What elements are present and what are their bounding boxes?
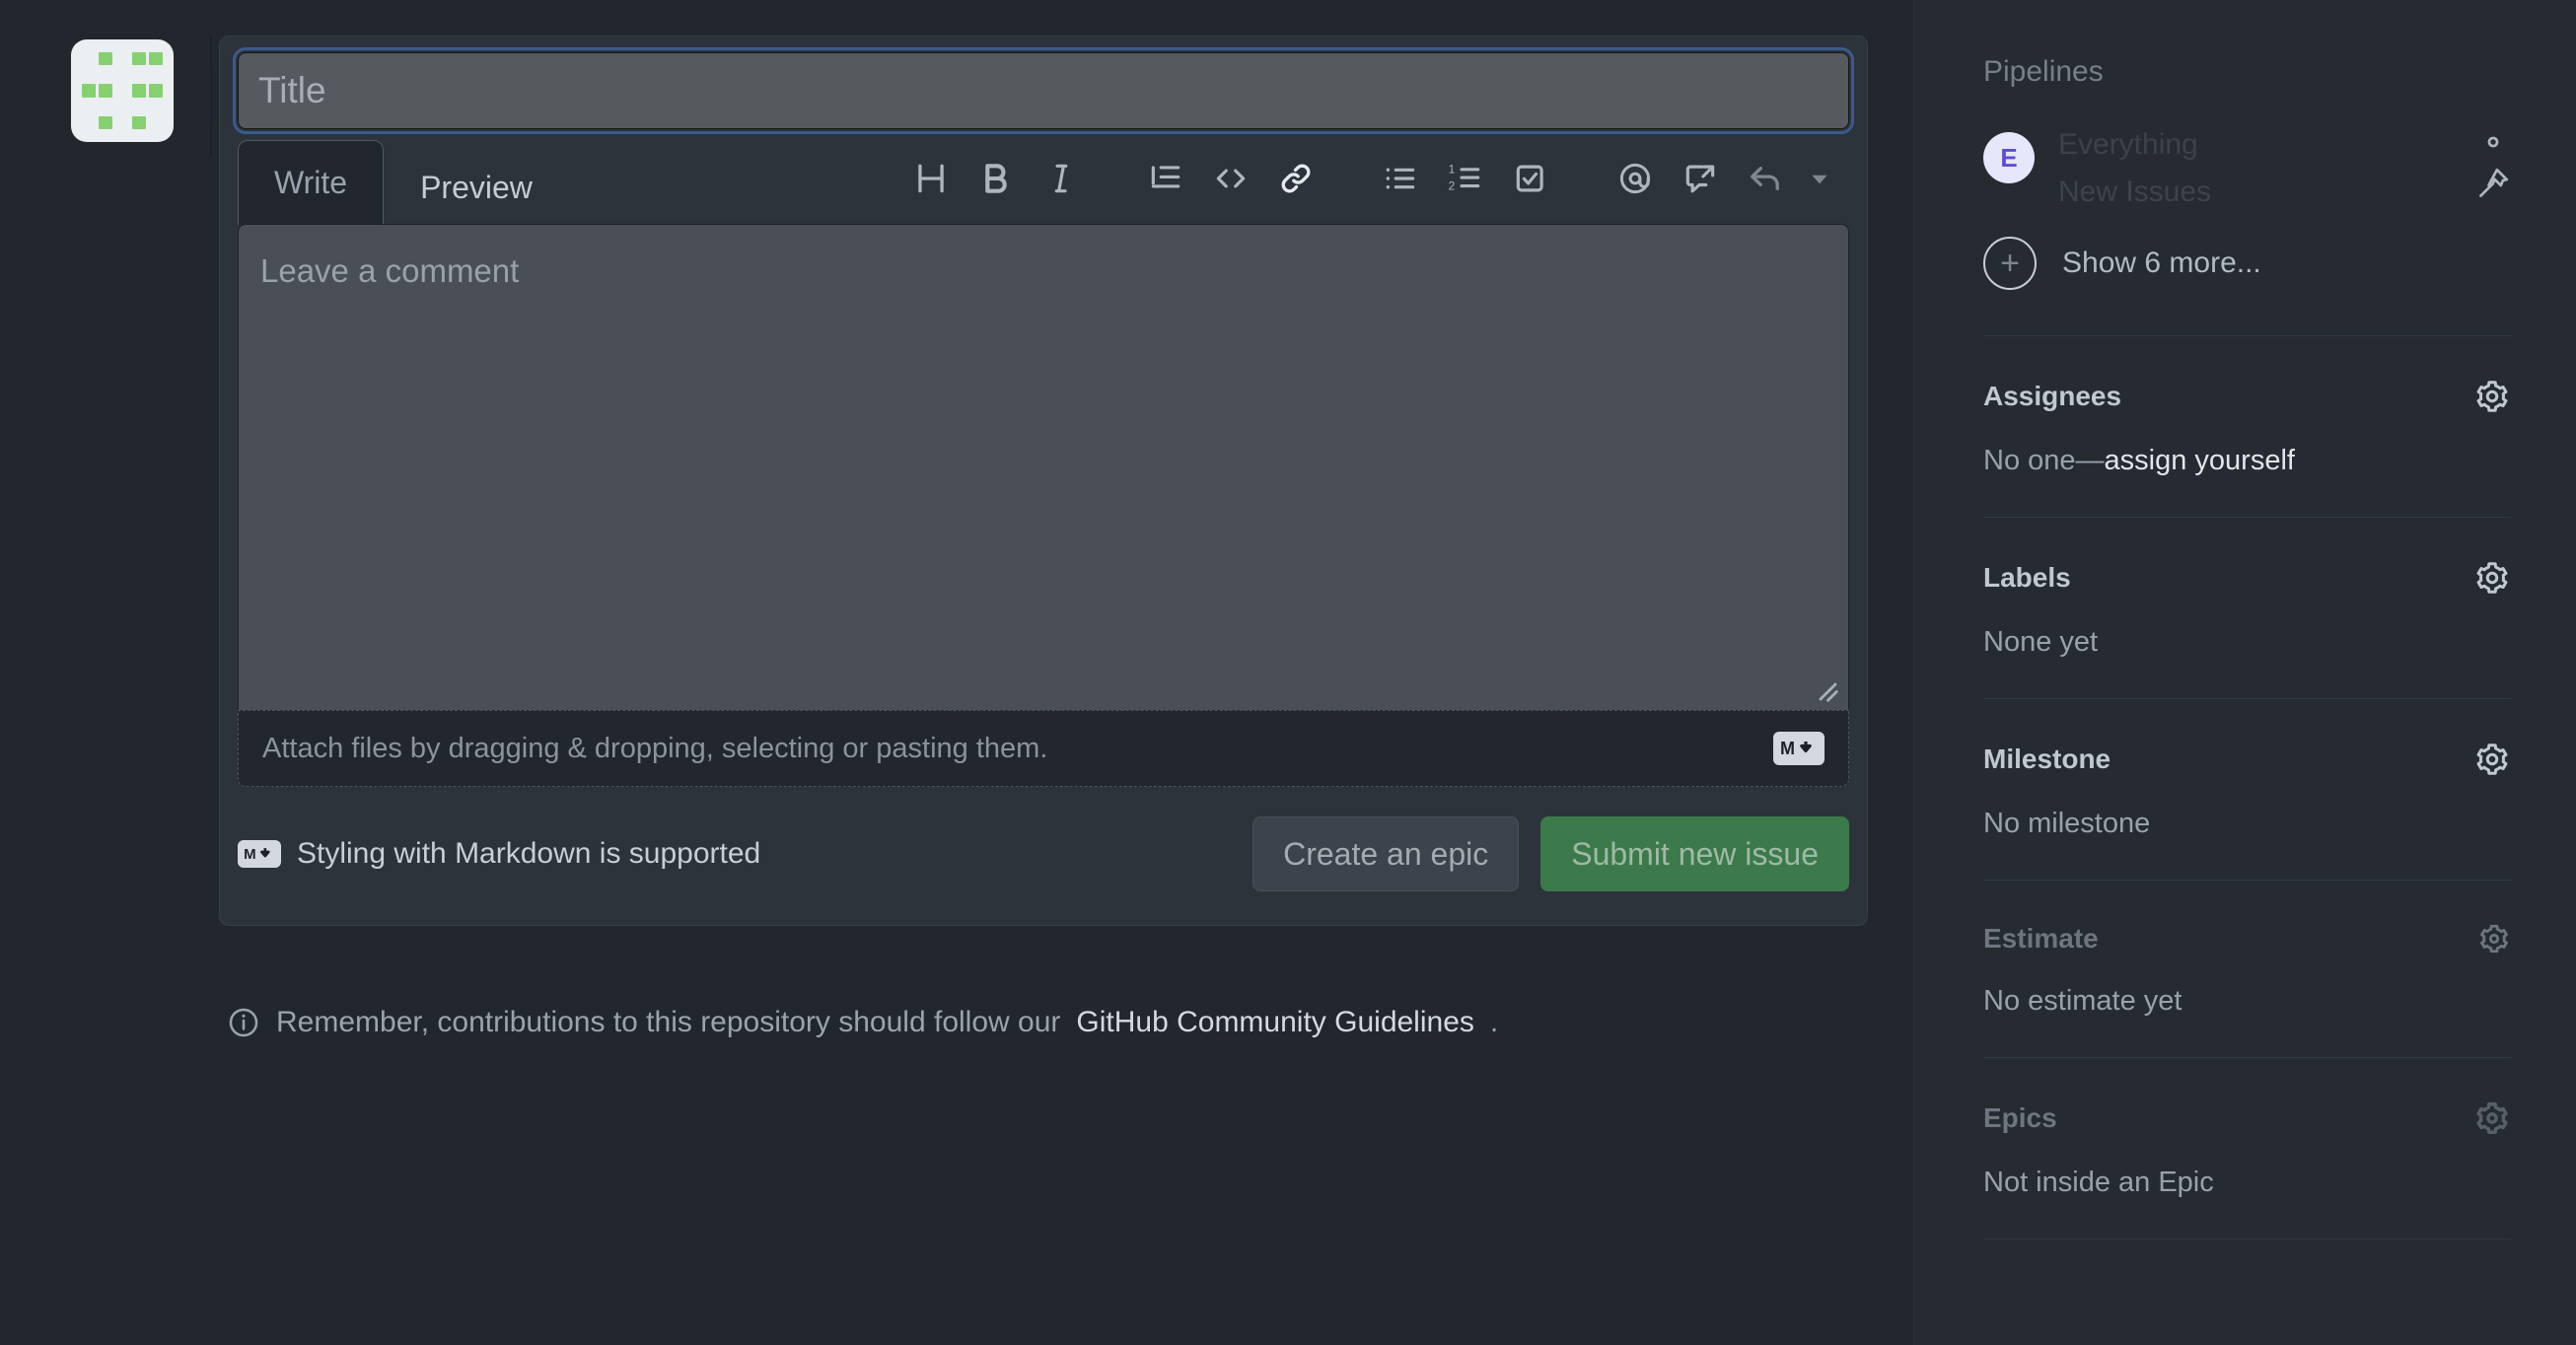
mention-icon[interactable] (1603, 149, 1668, 208)
create-epic-button[interactable]: Create an epic (1252, 816, 1520, 891)
guidelines-link[interactable]: GitHub Community Guidelines (1076, 1006, 1474, 1039)
sidebar-section-labels: Labels None yet (1983, 518, 2511, 698)
guidelines-suffix: . (1489, 1006, 1499, 1038)
markdown-icon-small: M (238, 840, 281, 868)
title-field-wrap (220, 36, 1867, 139)
pin-icon[interactable] (2475, 166, 2511, 201)
gear-icon[interactable] (2473, 741, 2511, 778)
estimate-none: No estimate yet (1983, 985, 2182, 1017)
pipelines-header: Pipelines (1983, 55, 2104, 88)
labels-none: None yet (1983, 626, 2099, 658)
markdown-toolbar: 1 2 (898, 149, 1841, 224)
comment-placeholder: Leave a comment (260, 252, 520, 289)
markdown-icon: M (1773, 732, 1825, 765)
code-icon[interactable] (1198, 149, 1263, 208)
pipeline-actions (2475, 124, 2511, 201)
comment-body-wrap: Leave a comment Attach files by dragging… (220, 224, 1867, 787)
guidelines-prefix: Remember, contributions to this reposito… (276, 1006, 1061, 1038)
labels-header: Labels (1983, 562, 2071, 593)
user-avatar (71, 39, 174, 142)
main-column: Write Preview (0, 0, 1913, 1345)
gear-icon[interactable] (2477, 922, 2511, 956)
estimate-value: No estimate yet (1983, 985, 2511, 1018)
new-issue-page: Write Preview (0, 0, 2576, 1345)
pipeline-labels: Everything New Issues (2058, 130, 2211, 207)
attach-files-bar[interactable]: Attach files by dragging & dropping, sel… (238, 710, 1849, 787)
form-footer: M Styling with Markdown is supported Cre… (220, 787, 1867, 925)
ordered-list-icon[interactable]: 1 2 (1433, 149, 1498, 208)
pipeline-avatar: E (1983, 132, 2035, 183)
footer-actions: Create an epic Submit new issue (1252, 816, 1849, 891)
sidebar-section-estimate: Estimate No estimate yet (1983, 881, 2511, 1057)
unordered-list-icon[interactable] (1368, 149, 1433, 208)
svg-text:M: M (244, 846, 255, 863)
milestone-none: No milestone (1983, 808, 2151, 839)
gear-icon[interactable] (2473, 1099, 2511, 1137)
quote-icon[interactable] (1133, 149, 1198, 208)
epics-header: Epics (1983, 1102, 2057, 1133)
italic-icon[interactable] (1029, 149, 1094, 208)
toolbar-group-text (898, 149, 1094, 208)
sidebar-section-epics: Epics Not inside an Epic (1983, 1058, 2511, 1239)
svg-text:1: 1 (1449, 163, 1456, 177)
labels-header-row: Labels (1983, 559, 2511, 597)
show-more-label: Show 6 more... (2062, 247, 2261, 279)
toolbar-group-blocks (1133, 149, 1328, 208)
pipeline-name: Everything (2058, 128, 2198, 161)
labels-value: None yet (1983, 626, 2511, 659)
show-more-pipelines[interactable]: + Show 6 more... (1983, 207, 2511, 335)
heading-icon[interactable] (898, 149, 964, 208)
reference-icon[interactable] (1668, 149, 1733, 208)
pipeline-row[interactable]: E Everything New Issues (1983, 89, 2511, 207)
svg-text:M: M (1780, 739, 1795, 758)
issue-form: Write Preview (219, 35, 1868, 926)
assignees-none: No one— (1983, 445, 2105, 476)
svg-text:2: 2 (1449, 179, 1456, 193)
sidebar-section-pipelines: Pipelines E Everything New Issues + Show… (1983, 0, 2511, 335)
reply-icon[interactable] (1733, 149, 1798, 208)
toolbar-group-lists: 1 2 (1368, 149, 1563, 208)
gear-icon[interactable] (2473, 559, 2511, 597)
toolbar-group-extras (1603, 149, 1841, 208)
chevron-down-icon[interactable] (1798, 149, 1841, 208)
sidebar-section-assignees: Assignees No one—assign yourself (1983, 336, 2511, 517)
gear-icon[interactable] (2475, 124, 2511, 160)
gear-icon[interactable] (2473, 378, 2511, 415)
milestone-value: No milestone (1983, 808, 2511, 840)
link-icon[interactable] (1263, 149, 1328, 208)
issue-sidebar: Pipelines E Everything New Issues + Show… (1913, 0, 2576, 1345)
comment-pointer-arrow (185, 69, 211, 124)
estimate-header-row: Estimate (1983, 922, 2511, 956)
assign-yourself-link[interactable]: assign yourself (2105, 445, 2295, 476)
epics-header-row: Epics (1983, 1099, 2511, 1137)
assignees-header: Assignees (1983, 381, 2122, 411)
attach-files-text: Attach files by dragging & dropping, sel… (262, 732, 1048, 764)
bold-icon[interactable] (964, 149, 1029, 208)
milestone-header-row: Milestone (1983, 741, 2511, 778)
assignees-value: No one—assign yourself (1983, 445, 2511, 477)
community-guidelines-note: Remember, contributions to this reposito… (227, 1006, 1498, 1039)
milestone-header: Milestone (1983, 743, 2111, 774)
pipeline-stage: New Issues (2058, 176, 2212, 208)
markdown-supported-note: M Styling with Markdown is supported (238, 837, 760, 871)
assignees-header-row: Assignees (1983, 378, 2511, 415)
issue-title-input[interactable] (233, 47, 1854, 134)
markdown-supported-label: Styling with Markdown is supported (297, 837, 761, 870)
plus-icon: + (1983, 237, 2037, 290)
editor-tabs: Write Preview (238, 139, 569, 225)
tab-preview[interactable]: Preview (384, 150, 569, 225)
editor-tabbar: Write Preview 1 2 (220, 139, 1867, 225)
submit-new-issue-button[interactable]: Submit new issue (1540, 816, 1849, 891)
epics-value: Not inside an Epic (1983, 1167, 2511, 1199)
comment-textarea[interactable]: Leave a comment (238, 224, 1849, 711)
epics-none: Not inside an Epic (1983, 1167, 2214, 1198)
estimate-header: Estimate (1983, 923, 2099, 954)
info-icon (229, 1008, 258, 1037)
tab-write[interactable]: Write (238, 140, 385, 225)
sidebar-section-milestone: Milestone No milestone (1983, 699, 2511, 880)
textarea-resize-grip[interactable] (1811, 674, 1840, 704)
task-list-icon[interactable] (1498, 149, 1563, 208)
